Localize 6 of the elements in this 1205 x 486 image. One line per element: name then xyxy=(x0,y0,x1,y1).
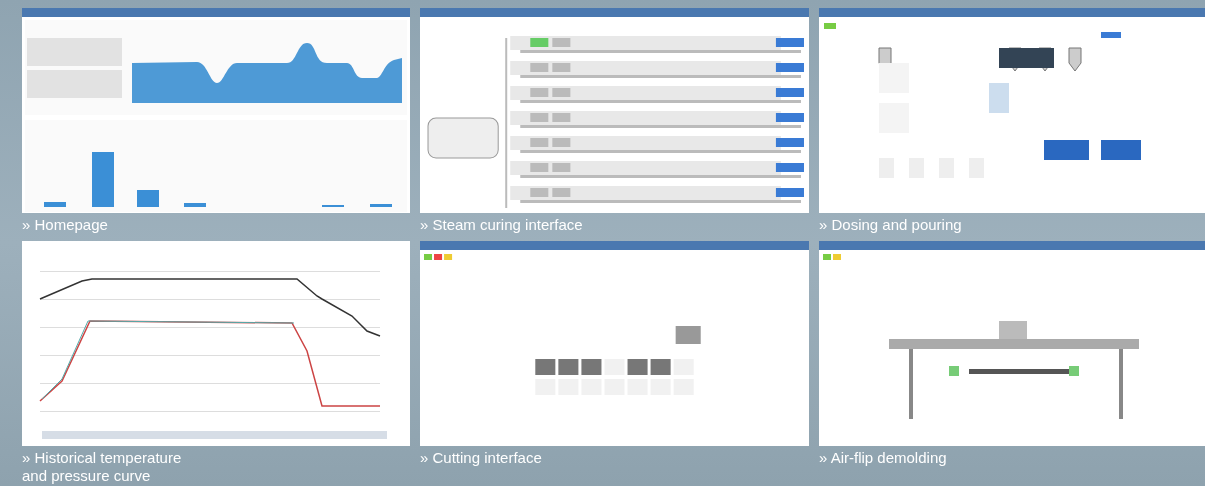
screenshot-caption: » Homepage xyxy=(22,216,109,235)
screenshot-caption: » Air-flip demolding xyxy=(819,449,948,468)
screenshot-caption: » Historical temperature and pressure curve xyxy=(22,449,183,485)
screenshot-caption: » Cutting interface xyxy=(420,449,543,468)
screenshot-caption: » Steam curing interface xyxy=(420,216,584,235)
screenshot-caption: » Dosing and pouring xyxy=(819,216,963,235)
